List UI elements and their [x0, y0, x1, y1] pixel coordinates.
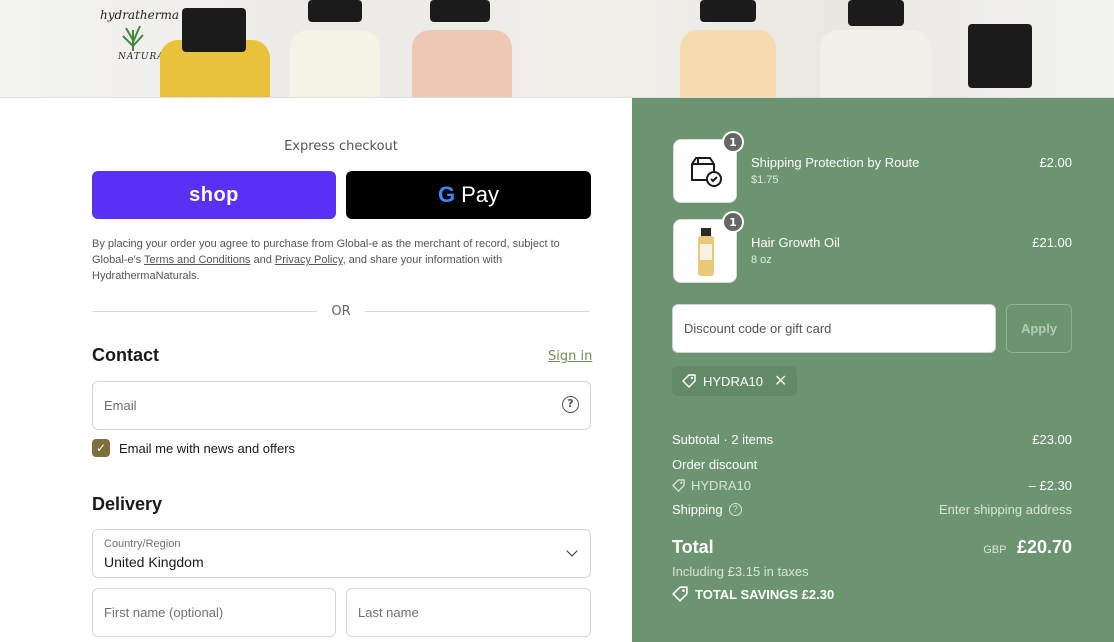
total-savings: TOTAL SAVINGS £2.30 [672, 586, 834, 602]
discount-code-row: HYDRA10 – £2.30 [672, 478, 1072, 493]
applied-code: HYDRA10 [703, 373, 763, 389]
item-name: Hair Growth Oil [751, 235, 840, 250]
bottle-image [820, 30, 930, 97]
bottle-cap [308, 0, 362, 22]
shop-pay-label: shop [189, 183, 239, 206]
cart-item: 1 Shipping Protection by Route $1.75 £2.… [672, 131, 1072, 203]
contact-heading: Contact [92, 345, 159, 365]
quantity-badge: 1 [722, 131, 744, 153]
tag-icon [672, 586, 688, 602]
or-label: OR [331, 304, 351, 319]
taxes-note: Including £3.15 in taxes [672, 564, 809, 579]
bottle-image [546, 0, 656, 97]
or-divider: OR [92, 304, 591, 319]
country-value: United Kingdom [104, 554, 204, 570]
discount-value: – £2.30 [1028, 478, 1072, 493]
order-discount-label: Order discount [672, 457, 758, 472]
leaf-icon [122, 25, 144, 51]
bottle-cap [430, 0, 490, 22]
checkout-form: Express checkout shop G Pay By placing y… [0, 98, 632, 642]
tag-icon [672, 479, 685, 492]
bottle-cap [182, 8, 246, 52]
shipping-row: Shipping ? Enter shipping address [672, 502, 1072, 517]
total-value: £20.70 [1016, 537, 1072, 557]
newsletter-label: Email me with news and offers [119, 440, 296, 456]
country-label: Country/Region [104, 538, 181, 550]
cart-item: 1 Hair Growth Oil 8 oz £21.00 [672, 211, 1072, 283]
legal-text: and [250, 254, 275, 266]
shop-pay-button[interactable]: shop [92, 171, 336, 219]
item-name: Shipping Protection by Route [751, 155, 920, 170]
subtotal-value: £23.00 [1032, 432, 1072, 447]
tag-icon [682, 374, 696, 388]
country-select[interactable]: Country/Region United Kingdom [92, 529, 591, 578]
header-banner: hydratherma NATURALS [0, 0, 1114, 98]
bottle-cap [700, 0, 756, 22]
bottle-image [290, 30, 380, 97]
total-value-group: GBP £20.70 [983, 537, 1072, 558]
discount-code-input[interactable]: Discount code or gift card [672, 304, 996, 353]
newsletter-checkbox[interactable]: ✓ [92, 439, 110, 457]
bottle-cap [848, 0, 904, 26]
discount-code: HYDRA10 [691, 478, 751, 493]
item-price: £2.00 [1039, 155, 1072, 170]
delivery-heading: Delivery [92, 494, 163, 514]
total-label: Total [672, 537, 714, 557]
first-name-placeholder: First name (optional) [104, 605, 224, 620]
item-variant: $1.75 [751, 174, 779, 186]
remove-discount-icon[interactable]: ✕ [774, 371, 787, 391]
express-checkout-label: Express checkout [284, 139, 398, 154]
newsletter-option[interactable]: ✓ Email me with news and offers [92, 439, 295, 457]
item-thumbnail: 1 [673, 131, 744, 203]
help-icon[interactable]: ? [562, 396, 579, 413]
help-icon[interactable]: ? [728, 503, 742, 516]
apply-discount-button[interactable]: Apply [1006, 304, 1072, 353]
email-placeholder: Email [104, 398, 137, 413]
google-g-icon: G [437, 182, 456, 207]
item-thumbnail: 1 [673, 211, 744, 283]
last-name-field[interactable]: Last name [346, 588, 591, 637]
order-summary: 1 Shipping Protection by Route $1.75 £2.… [632, 98, 1114, 642]
google-pay-button[interactable]: G Pay [346, 171, 591, 219]
privacy-link[interactable]: Privacy Policy [275, 254, 343, 266]
last-name-placeholder: Last name [358, 605, 419, 620]
item-price: £21.00 [1032, 235, 1072, 250]
divider-line [364, 311, 591, 312]
quantity-badge: 1 [722, 211, 744, 233]
shipping-label: Shipping [672, 502, 723, 517]
bottle-cap [968, 24, 1032, 88]
bottle-image [412, 30, 512, 97]
divider-line [92, 311, 318, 312]
order-discount-row: Order discount [672, 457, 1072, 472]
subtotal-row: Subtotal · 2 items £23.00 [672, 432, 1072, 447]
google-pay-label: Pay [461, 182, 500, 207]
sign-in-link[interactable]: Sign in [548, 349, 592, 364]
legal-notice: By placing your order you agree to purch… [92, 236, 592, 284]
chevron-down-icon [566, 545, 578, 557]
currency-code: GBP [983, 544, 1007, 556]
discount-placeholder: Discount code or gift card [684, 321, 832, 336]
item-variant: 8 oz [751, 254, 772, 266]
savings-label: TOTAL SAVINGS £2.30 [695, 586, 835, 602]
shipping-value: Enter shipping address [939, 502, 1072, 517]
email-field[interactable]: Email ? [92, 381, 591, 430]
first-name-field[interactable]: First name (optional) [92, 588, 336, 637]
subtotal-label: Subtotal · 2 items [672, 432, 774, 447]
terms-link[interactable]: Terms and Conditions [144, 254, 250, 266]
applied-discount-chip: HYDRA10 ✕ [672, 366, 798, 396]
bottle-image [680, 30, 776, 97]
